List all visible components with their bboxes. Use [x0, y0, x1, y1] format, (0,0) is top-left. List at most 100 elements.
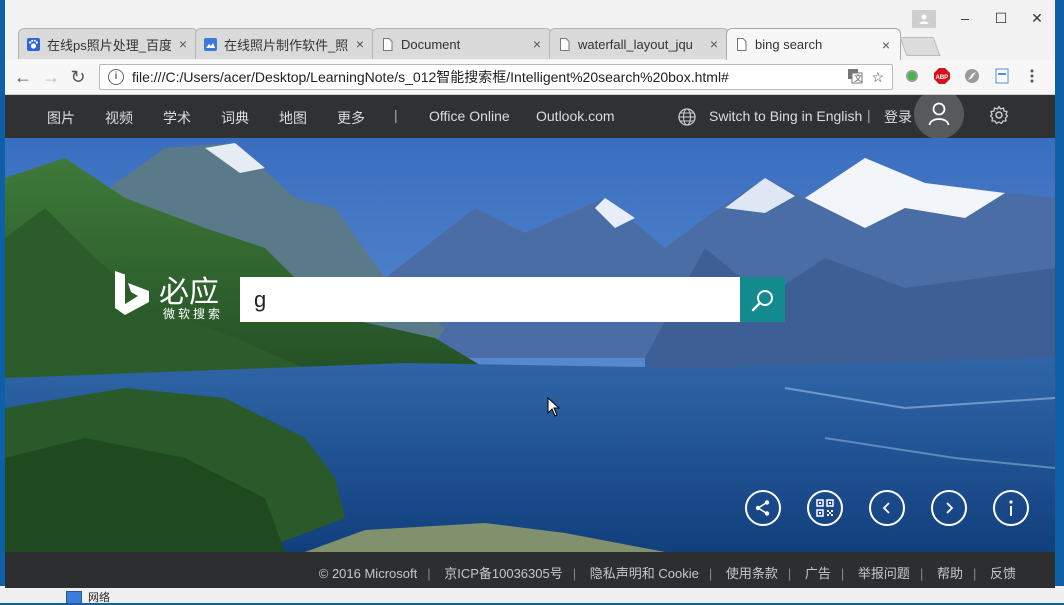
previous-image-button[interactable]	[869, 490, 905, 526]
nav-item-videos[interactable]: 视频	[105, 108, 133, 128]
close-window-button[interactable]: ✕	[1019, 10, 1055, 27]
nav-item-dictionary[interactable]: 词典	[221, 108, 249, 128]
footer-separator: |	[427, 566, 431, 581]
footer-separator: |	[787, 566, 792, 581]
close-icon[interactable]: ×	[708, 36, 720, 52]
footer: © 2016 Microsoft | 京ICP备10036305号 | 隐私声明和 …	[5, 552, 1055, 588]
qr-code-button[interactable]	[807, 490, 843, 526]
footer-separator: |	[972, 566, 977, 581]
translate-icon[interactable]: 文	[847, 68, 863, 87]
menu-icon[interactable]	[1023, 67, 1041, 85]
tab-photo-maker[interactable]: 在线照片制作软件_照 ×	[195, 28, 375, 59]
globe-icon	[678, 108, 696, 126]
browser-window: 在线ps照片处理_百度 × 在线照片制作软件_照 × Document × wa…	[5, 0, 1055, 588]
footer-links: © 2016 Microsoft | 京ICP备10036305号 | 隐私声明和 …	[314, 563, 1021, 582]
search-button[interactable]	[740, 277, 785, 322]
nav-item-maps[interactable]: 地图	[279, 108, 307, 128]
tab-title: waterfall_layout_jqu	[578, 36, 693, 52]
footer-separator: |	[919, 566, 924, 581]
switch-to-english-link[interactable]: Switch to Bing in English	[709, 108, 862, 124]
footer-link-privacy[interactable]: 隐私声明和 Cookie	[590, 566, 699, 581]
network-icon	[66, 590, 82, 604]
info-icon[interactable]: i	[108, 69, 124, 85]
bing-b-icon	[115, 271, 149, 315]
document-icon	[560, 37, 570, 51]
search-box[interactable]	[240, 277, 740, 322]
profile-icon[interactable]	[912, 10, 936, 28]
adblock-plus-icon[interactable]: ABP	[933, 67, 951, 85]
nav-link-outlook[interactable]: Outlook.com	[536, 108, 615, 124]
top-nav: 图片 视频 学术 词典 地图 更多 | Office Online Outloo…	[5, 95, 1055, 139]
desktop-right-edge	[1056, 0, 1064, 603]
info-icon	[1009, 500, 1013, 516]
tab-title: 在线ps照片处理_百度	[47, 37, 171, 53]
page-extension-icon[interactable]	[993, 67, 1011, 85]
next-image-button[interactable]	[931, 490, 967, 526]
brand-name: 必应	[159, 276, 219, 309]
address-bar[interactable]: i file:///C:/Users/acer/Desktop/Learning…	[99, 64, 893, 90]
share-icon	[755, 500, 770, 516]
close-icon[interactable]: ×	[177, 36, 189, 52]
background-image	[5, 138, 1055, 552]
nav-separator: |	[867, 107, 871, 123]
browser-toolbar: ← → ↻ i file:///C:/Users/acer/Desktop/Le…	[5, 60, 1055, 95]
maximize-button[interactable]: ☐	[983, 10, 1019, 27]
footer-link-help[interactable]: 帮助	[937, 566, 963, 581]
tab-title: bing search	[755, 37, 823, 52]
nav-link-office-online[interactable]: Office Online	[429, 108, 510, 124]
close-icon[interactable]: ×	[354, 36, 366, 52]
desktop-bottom-strip: 网络	[0, 586, 1064, 604]
gear-icon[interactable]	[989, 105, 1009, 125]
forward-arrow-icon[interactable]: →	[41, 67, 61, 88]
new-tab-button[interactable]	[899, 37, 941, 56]
tab-waterfall[interactable]: waterfall_layout_jqu ×	[549, 28, 729, 59]
search-input[interactable]	[252, 285, 728, 314]
footer-link-icp[interactable]: 京ICP备10036305号	[444, 566, 563, 581]
tab-document[interactable]: Document ×	[372, 28, 552, 59]
share-button[interactable]	[745, 490, 781, 526]
tab-title: Document	[401, 36, 461, 52]
nav-item-images[interactable]: 图片	[47, 108, 75, 128]
landscape-illustration	[5, 138, 1055, 552]
footer-link-ads[interactable]: 广告	[805, 566, 831, 581]
bing-logo[interactable]: 必应 微软搜索	[113, 271, 220, 321]
svg-text:ABP: ABP	[936, 75, 949, 81]
tab-bing-search[interactable]: bing search ×	[726, 28, 901, 60]
nav-item-academic[interactable]: 学术	[163, 108, 191, 128]
compass-extension-icon[interactable]	[963, 67, 981, 85]
image-info-button[interactable]	[993, 490, 1029, 526]
footer-separator: |	[840, 566, 845, 581]
tab-title: 在线照片制作软件_照	[224, 37, 348, 53]
footer-separator: |	[708, 566, 713, 581]
tab-baidu-ps[interactable]: 在线ps照片处理_百度 ×	[18, 28, 198, 59]
avatar[interactable]	[914, 95, 964, 139]
chevron-right-icon	[946, 502, 954, 514]
search-icon	[751, 289, 773, 311]
login-link[interactable]: 登录	[884, 107, 912, 127]
address-url[interactable]: file:///C:/Users/acer/Desktop/LearningNo…	[132, 67, 847, 87]
green-dot-extension-icon[interactable]	[903, 67, 921, 85]
reload-icon[interactable]: ↻	[68, 67, 88, 88]
chevron-left-icon	[882, 502, 890, 514]
image-icon	[204, 37, 217, 51]
footer-link-feedback[interactable]: 反馈	[990, 566, 1016, 581]
close-icon[interactable]: ×	[531, 36, 543, 52]
qr-code-icon	[816, 499, 834, 517]
footer-copyright: © 2016 Microsoft	[318, 566, 418, 581]
nav-item-more[interactable]: 更多	[337, 108, 365, 128]
paw-icon	[27, 37, 40, 51]
nav-separator: |	[394, 107, 398, 123]
footer-link-report[interactable]: 举报问题	[858, 566, 910, 581]
tab-strip: 在线ps照片处理_百度 × 在线照片制作软件_照 × Document × wa…	[5, 0, 1055, 60]
extension-icons: ABP	[903, 67, 1041, 85]
svg-text:文: 文	[854, 73, 862, 83]
bookmark-star-icon[interactable]: ☆	[871, 69, 884, 86]
bing-page: 图片 视频 学术 词典 地图 更多 | Office Online Outloo…	[5, 95, 1055, 588]
back-arrow-icon[interactable]: ←	[13, 67, 33, 88]
document-icon	[383, 37, 393, 51]
minimize-button[interactable]: –	[947, 10, 983, 27]
mouse-cursor-icon	[547, 397, 561, 417]
close-icon[interactable]: ×	[880, 37, 892, 53]
window-controls: – ☐ ✕	[947, 10, 1055, 27]
footer-link-terms[interactable]: 使用条款	[726, 566, 778, 581]
